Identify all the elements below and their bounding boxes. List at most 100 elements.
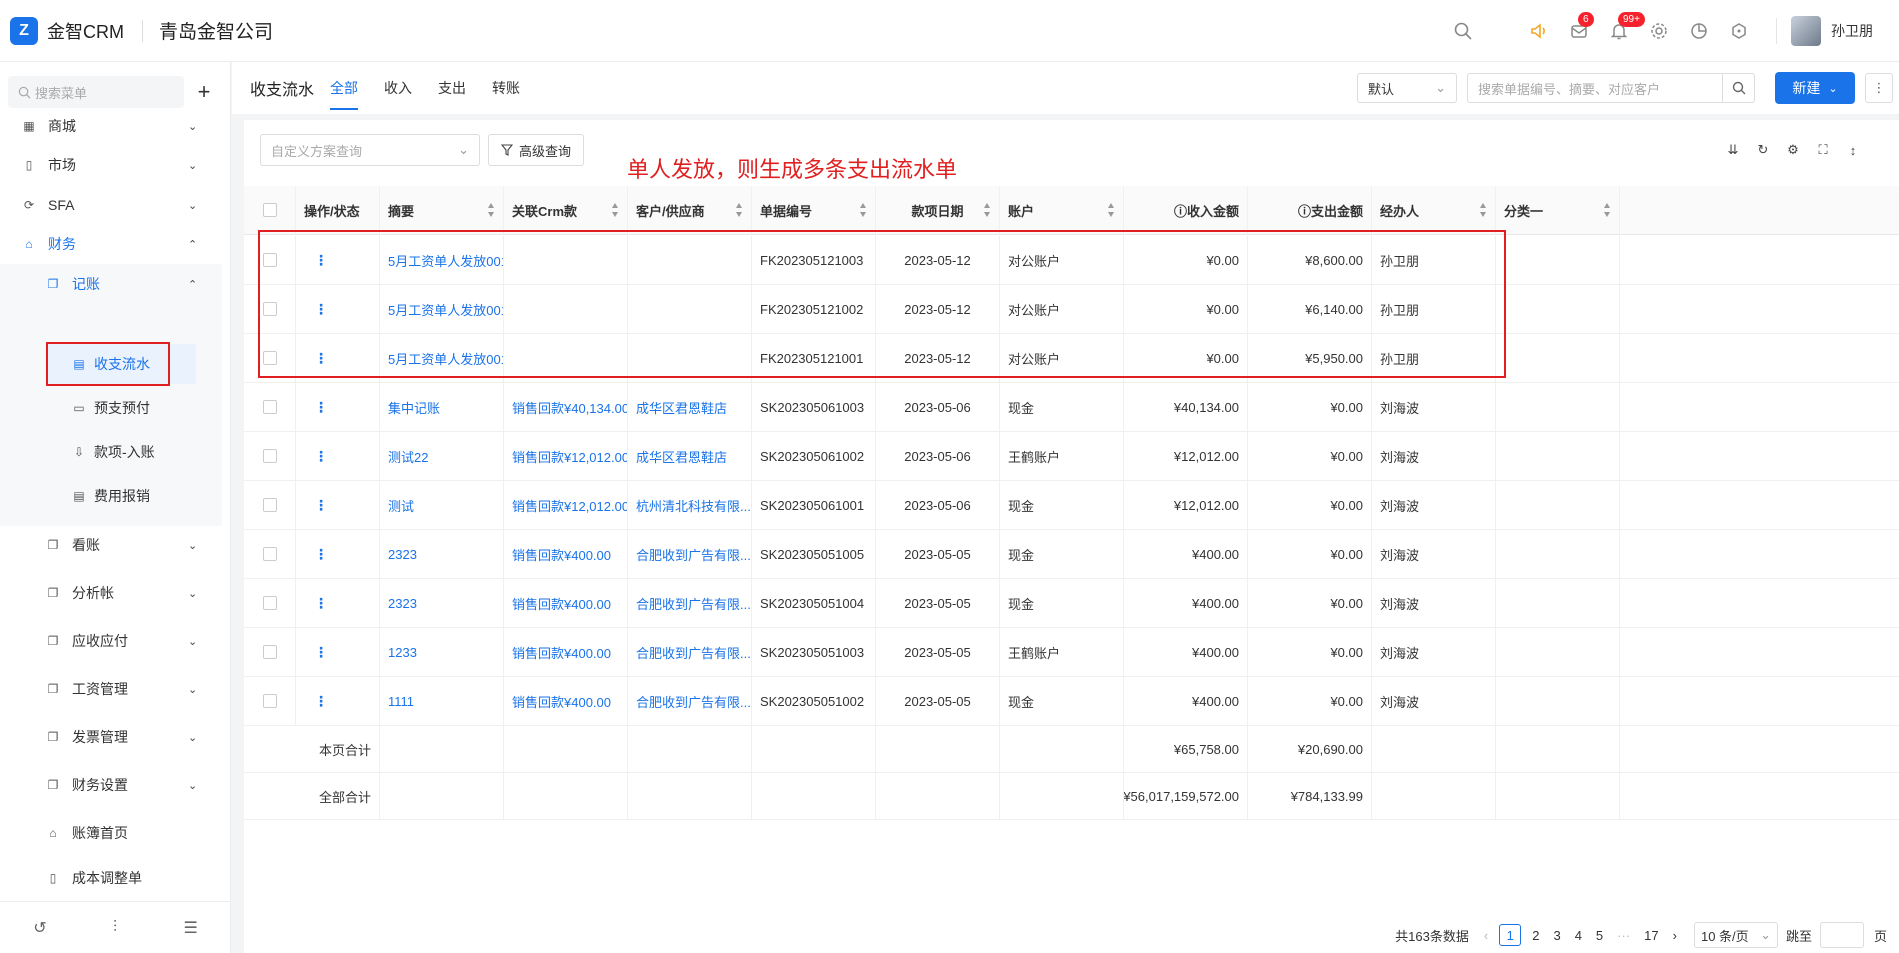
column-header-date[interactable]: 款项日期 [876, 186, 1000, 234]
sidebar-item-reimburse[interactable]: ▤ 费用报销 [72, 476, 150, 516]
row-actions-menu-icon[interactable]: ⋮ [314, 693, 328, 710]
row-select-cell[interactable] [244, 383, 296, 431]
customer-link[interactable]: 合肥收到广告有限... [636, 545, 751, 564]
column-header-handler[interactable]: 经办人 [1372, 186, 1496, 234]
sort-icon[interactable] [984, 203, 991, 217]
customer-cell[interactable] [628, 334, 752, 382]
row-select-cell[interactable] [244, 285, 296, 333]
customer-cell[interactable]: 合肥收到广告有限... [628, 530, 752, 578]
row-select-cell[interactable] [244, 236, 296, 284]
company-name[interactable]: 青岛金智公司 [159, 17, 273, 44]
row-height-icon[interactable]: ↕ [1845, 142, 1861, 158]
page-size-select[interactable]: 10 条/页 ⌄ [1693, 922, 1778, 948]
row-checkbox[interactable] [262, 449, 277, 463]
table-row[interactable]: ⋮ 集中记账 销售回款¥40,134.00 成华区君恩鞋店 SK202305061003… [244, 383, 1899, 432]
summary-link[interactable]: 2323 [388, 547, 417, 562]
summary-link[interactable]: 1111 [388, 694, 414, 709]
table-row[interactable]: ⋮ 1233 销售回款¥400.00 合肥收到广告有限... SK20230505100… [244, 628, 1899, 677]
row-checkbox[interactable] [262, 694, 277, 708]
summary-cell[interactable]: 5月工资单人发放001 [380, 236, 504, 284]
select-all-cell[interactable] [244, 186, 296, 234]
row-action-cell[interactable]: ⋮ [296, 236, 380, 284]
advanced-query-button[interactable]: 高级查询 [488, 134, 585, 166]
crm-link[interactable]: 销售回款¥12,012.00 [512, 496, 627, 515]
sidebar-item-ledger[interactable]: ❐ 记账 ⌃ [0, 264, 222, 304]
row-action-cell[interactable]: ⋮ [296, 530, 380, 578]
summary-cell[interactable]: 1111 [380, 677, 504, 725]
scheme-query-select[interactable]: 自定义方案查询 ⌄ [260, 134, 480, 166]
row-checkbox[interactable] [262, 547, 277, 561]
crm-cell[interactable] [504, 334, 628, 382]
row-action-cell[interactable]: ⋮ [296, 628, 380, 676]
sort-icon[interactable] [488, 203, 495, 217]
page-1[interactable]: 1 [1499, 924, 1522, 946]
summary-link[interactable]: 5月工资单人发放001 [388, 300, 503, 319]
message-icon[interactable]: 6 [1568, 12, 1594, 42]
bell-icon[interactable]: 99+ [1608, 12, 1645, 42]
next-page-button[interactable]: › [1673, 928, 1677, 943]
customer-link[interactable]: 成华区君恩鞋店 [636, 398, 727, 417]
customer-cell[interactable]: 成华区君恩鞋店 [628, 383, 752, 431]
sidebar-item-prepay[interactable]: ▭ 预支预付 [72, 388, 150, 428]
table-row[interactable]: ⋮ 5月工资单人发放001 FK202305121001 2023-05-12 对公账户… [244, 334, 1899, 383]
row-checkbox[interactable] [262, 596, 277, 610]
row-select-cell[interactable] [244, 481, 296, 529]
summary-cell[interactable]: 5月工资单人发放001 [380, 285, 504, 333]
crm-link[interactable]: 销售回款¥400.00 [512, 594, 611, 613]
table-row[interactable]: ⋮ 5月工资单人发放001 FK202305121003 2023-05-12 对公账户… [244, 236, 1899, 285]
page-ellipsis[interactable]: ··· [1617, 928, 1630, 943]
sidebar-item-finance-settings[interactable]: ❐ 财务设置 ⌄ [0, 765, 222, 805]
customer-cell[interactable]: 杭州清北科技有限... [628, 481, 752, 529]
table-row[interactable]: ⋮ 测试 销售回款¥12,012.00 杭州清北科技有限... SK2023050610… [244, 481, 1899, 530]
row-actions-menu-icon[interactable]: ⋮ [314, 252, 328, 269]
add-menu-button[interactable]: + [188, 76, 220, 108]
row-action-cell[interactable]: ⋮ [296, 285, 380, 333]
row-actions-menu-icon[interactable]: ⋮ [314, 497, 328, 514]
sort-icon[interactable] [1480, 203, 1487, 217]
tab-transfer[interactable]: 转账 [492, 62, 520, 114]
crm-link[interactable]: 销售回款¥400.00 [512, 643, 611, 662]
user-name[interactable]: 孙卫朋 [1831, 21, 1873, 41]
customer-link[interactable]: 合肥收到广告有限... [636, 643, 751, 662]
sidebar-item-finance[interactable]: ⌂ 财务 ⌃ [0, 224, 222, 264]
tab-expense[interactable]: 支出 [438, 62, 466, 114]
column-header-expense[interactable]: ⓘ 支出金额 [1248, 186, 1372, 234]
row-checkbox[interactable] [262, 498, 277, 512]
customer-cell[interactable]: 成华区君恩鞋店 [628, 432, 752, 480]
customer-cell[interactable] [628, 236, 752, 284]
avatar[interactable] [1791, 16, 1821, 46]
speaker-icon[interactable] [1528, 20, 1550, 42]
column-header-income[interactable]: ⓘ 收入金额 [1124, 186, 1248, 234]
row-actions-menu-icon[interactable]: ⋮ [314, 546, 328, 563]
customer-link[interactable]: 合肥收到广告有限... [636, 594, 751, 613]
history-icon[interactable]: ↺ [33, 918, 46, 938]
summary-cell[interactable]: 2323 [380, 579, 504, 627]
row-checkbox[interactable] [262, 302, 277, 316]
row-action-cell[interactable]: ⋮ [296, 579, 380, 627]
column-settings-icon[interactable]: ⚙ [1785, 142, 1801, 158]
row-action-cell[interactable]: ⋮ [296, 334, 380, 382]
summary-link[interactable]: 集中记账 [388, 398, 440, 417]
search-input[interactable]: 搜索单据编号、摘要、对应客户 [1467, 73, 1755, 103]
sidebar-item-salary[interactable]: ❐ 工资管理 ⌄ [0, 669, 222, 709]
menu-search-input[interactable]: 搜索菜单 [8, 76, 184, 108]
jump-page-input[interactable] [1819, 922, 1864, 948]
column-header-account[interactable]: 账户 [1000, 186, 1124, 234]
row-checkbox[interactable] [262, 351, 277, 365]
collapse-all-icon[interactable]: ⇊ [1725, 142, 1741, 158]
row-checkbox[interactable] [262, 253, 277, 267]
search-icon[interactable] [1452, 20, 1474, 42]
crm-link[interactable]: 销售回款¥12,012.00 [512, 447, 627, 466]
summary-cell[interactable]: 测试 [380, 481, 504, 529]
page-2[interactable]: 2 [1532, 928, 1539, 943]
crm-cell[interactable]: 销售回款¥400.00 [504, 530, 628, 578]
row-select-cell[interactable] [244, 579, 296, 627]
row-select-cell[interactable] [244, 432, 296, 480]
crm-cell[interactable]: 销售回款¥40,134.00 [504, 383, 628, 431]
sidebar-item-market[interactable]: ▯ 市场 ⌄ [0, 145, 222, 185]
cube-icon[interactable] [1728, 20, 1750, 42]
view-select[interactable]: 默认 ⌄ [1357, 73, 1457, 103]
table-row[interactable]: ⋮ 1111 销售回款¥400.00 合肥收到广告有限... SK20230505100… [244, 677, 1899, 726]
crm-link[interactable]: 销售回款¥40,134.00 [512, 398, 627, 417]
crm-cell[interactable]: 销售回款¥400.00 [504, 628, 628, 676]
